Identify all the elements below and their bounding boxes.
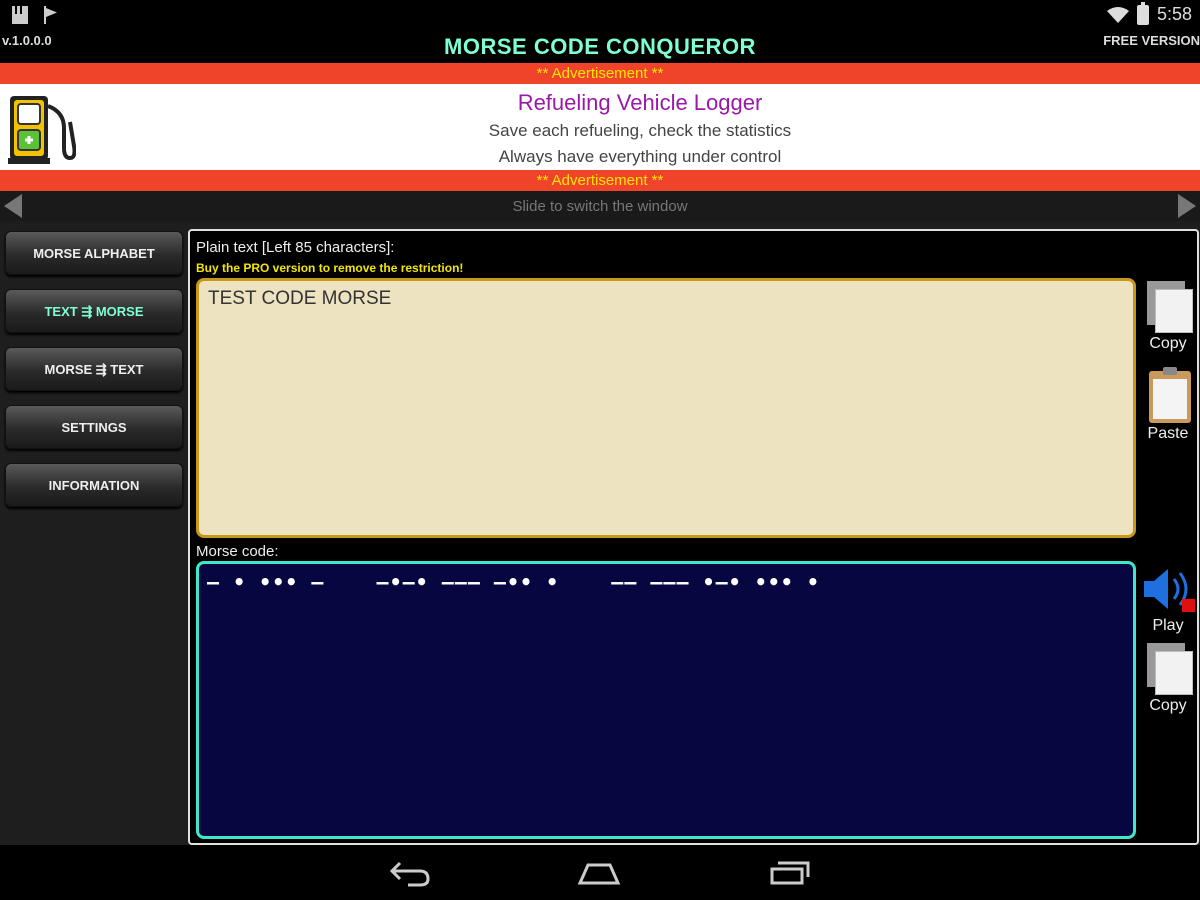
wifi-icon — [1106, 6, 1129, 23]
title-bar: v.1.0.0.0 MORSE CODE CONQUEROR FREE VERS… — [0, 30, 1200, 62]
side-menu: MORSE ALPHABET TEXT ⇶ MORSE MORSE ⇶ TEXT… — [5, 231, 185, 521]
back-icon[interactable] — [388, 859, 432, 892]
text-to-morse-button[interactable]: TEXT ⇶ MORSE — [5, 289, 183, 333]
ad-banner-top: ** Advertisement ** — [0, 63, 1200, 84]
play-button[interactable]: Play — [1140, 561, 1196, 635]
slide-hint: Slide to switch the window — [512, 198, 688, 215]
copy-plain-label: Copy — [1149, 335, 1187, 352]
pro-note[interactable]: Buy the PRO version to remove the restri… — [196, 261, 463, 275]
play-label: Play — [1152, 617, 1184, 634]
copy-morse-button[interactable]: Copy — [1140, 641, 1196, 715]
plain-text-label: Plain text [Left 85 characters]: — [196, 239, 395, 256]
arrow-right-icon[interactable] — [1178, 194, 1196, 218]
copy-icon — [1143, 641, 1193, 697]
settings-button[interactable]: SETTINGS — [5, 405, 183, 449]
ad-line-1: Save each refueling, check the statistic… — [488, 121, 792, 140]
ad-line-2: Always have everything under control — [498, 147, 782, 166]
copy-morse-label: Copy — [1149, 697, 1187, 714]
advertisement[interactable]: Refueling Vehicle Logger Save each refue… — [0, 84, 1200, 170]
morse-code-value: – • ••• – –•–• ––– –•• • –– ––– •–• ••• … — [207, 570, 820, 594]
ad-banner-bottom: ** Advertisement ** — [0, 170, 1200, 191]
translator-panel: Plain text [Left 85 characters]: Buy the… — [188, 229, 1199, 845]
recent-apps-icon[interactable] — [768, 859, 812, 892]
flag-icon — [42, 6, 58, 24]
speaker-icon — [1140, 561, 1196, 617]
status-time: 5:58 — [1156, 4, 1192, 24]
paste-button[interactable]: Paste — [1140, 367, 1196, 443]
main-area: MORSE ALPHABET TEXT ⇶ MORSE MORSE ⇶ TEXT… — [0, 221, 1200, 845]
information-button[interactable]: INFORMATION — [5, 463, 183, 507]
sd-card-icon — [12, 6, 28, 24]
slide-bar[interactable]: Slide to switch the window — [0, 191, 1200, 221]
copy-plain-button[interactable]: Copy — [1140, 279, 1196, 353]
battery-icon — [1136, 1, 1149, 25]
morse-code-label: Morse code: — [196, 543, 279, 560]
plain-text-input[interactable]: TEST CODE MORSE — [196, 278, 1136, 538]
ad-title: Refueling Vehicle Logger — [517, 90, 763, 115]
plain-text-value: TEST CODE MORSE — [208, 288, 392, 309]
morse-to-text-button[interactable]: MORSE ⇶ TEXT — [5, 347, 183, 391]
copy-icon — [1143, 279, 1193, 335]
edition-label: FREE VERSION — [1103, 33, 1200, 48]
morse-code-output[interactable]: – • ••• – –•–• ––– –•• • –– ––– •–• ••• … — [196, 561, 1136, 839]
home-icon[interactable] — [576, 859, 622, 892]
status-bar: 5:58 — [0, 0, 1200, 30]
app-title: MORSE CODE CONQUEROR — [444, 34, 756, 59]
paste-icon — [1143, 367, 1193, 425]
paste-label: Paste — [1147, 425, 1189, 442]
morse-alphabet-button[interactable]: MORSE ALPHABET — [5, 231, 183, 275]
navigation-bar — [0, 845, 1200, 900]
